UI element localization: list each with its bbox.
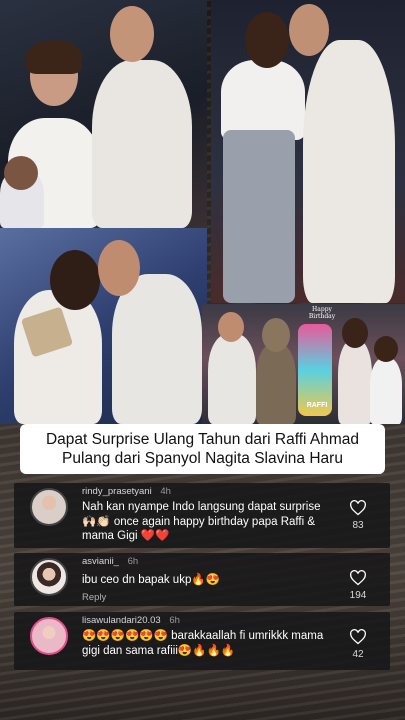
comment-age: 6h xyxy=(169,615,180,626)
comment-text: 😍😍😍😍😍😍 barakkaallah fi umrikkk mama gigi… xyxy=(82,630,324,657)
comment-author[interactable]: lisawulandari20.03 6h xyxy=(82,615,180,626)
woman-figure xyxy=(338,340,372,424)
comment-card[interactable]: lisawulandari20.03 6h 😍😍😍😍😍😍 barakkaalla… xyxy=(14,612,390,670)
comment-username[interactable]: lisawulandari20.03 xyxy=(82,615,161,626)
comment-age: 6h xyxy=(127,556,139,567)
photo-family-cake: Happy Birthday RAFFI xyxy=(202,304,405,424)
comment-card[interactable]: rindy_prasetyani 4h Nah kan nyampe Indo … xyxy=(14,483,390,548)
comment-author[interactable]: rindy_prasetyani 4h xyxy=(82,486,171,497)
child-head xyxy=(4,156,38,190)
man-figure xyxy=(208,334,256,424)
photo-couple-kiss xyxy=(211,0,405,303)
man-head xyxy=(289,4,329,56)
heart-outline-icon[interactable] xyxy=(349,570,367,586)
like-button[interactable]: 194 xyxy=(340,570,376,601)
cake-topper-text: Happy Birthday xyxy=(308,306,336,320)
like-button[interactable]: 42 xyxy=(340,629,376,660)
woman-top xyxy=(221,60,305,140)
comment-text: Nah kan nyampe Indo langsung dapat surpr… xyxy=(82,501,321,542)
woman-hair xyxy=(26,40,82,74)
woman-jeans xyxy=(223,130,295,303)
woman-hijab-figure xyxy=(256,344,296,424)
like-count: 194 xyxy=(349,590,367,601)
reply-button[interactable]: Reply xyxy=(82,592,106,603)
comment-username[interactable]: rindy_prasetyani xyxy=(82,486,152,497)
child-head xyxy=(374,336,398,362)
man-head xyxy=(110,6,154,62)
headline-line-2: Pulang dari Spanyol Nagita Slavina Haru xyxy=(62,450,343,467)
like-button[interactable]: 83 xyxy=(340,500,376,531)
like-count: 42 xyxy=(352,649,364,660)
comment-username[interactable]: asvianii_ xyxy=(82,556,119,567)
comment-card[interactable]: asvianii_ 6h ibu ceo dn bapak ukp🔥😍 Repl… xyxy=(14,553,390,606)
comment-age: 4h xyxy=(160,486,171,497)
like-count: 83 xyxy=(352,520,364,531)
man-head xyxy=(98,240,140,296)
headline-line-1: Dapat Surprise Ulang Tahun dari Raffi Ah… xyxy=(45,431,360,448)
woman-head xyxy=(245,12,289,68)
man-suit xyxy=(303,40,395,303)
comment-author[interactable]: asvianii_ 6h xyxy=(82,556,138,567)
photo-kiss-closeup xyxy=(0,228,207,424)
man-head xyxy=(218,312,244,342)
man-suit xyxy=(112,274,202,424)
avatar[interactable] xyxy=(30,617,68,655)
comment-text: ibu ceo dn bapak ukp🔥😍 xyxy=(82,574,220,586)
woman-head xyxy=(50,250,100,310)
cake-name-text: RAFFI xyxy=(306,402,328,409)
photo-couple-stage xyxy=(0,0,207,228)
woman-head xyxy=(342,318,368,348)
child-figure xyxy=(370,358,402,424)
headline-caption: Dapat Surprise Ulang Tahun dari Raffi Ah… xyxy=(20,424,385,474)
woman-hijab-head xyxy=(262,318,290,352)
heart-outline-icon[interactable] xyxy=(349,629,367,645)
avatar[interactable] xyxy=(30,558,68,596)
man-figure xyxy=(92,60,192,228)
avatar[interactable] xyxy=(30,488,68,526)
heart-outline-icon[interactable] xyxy=(349,500,367,516)
